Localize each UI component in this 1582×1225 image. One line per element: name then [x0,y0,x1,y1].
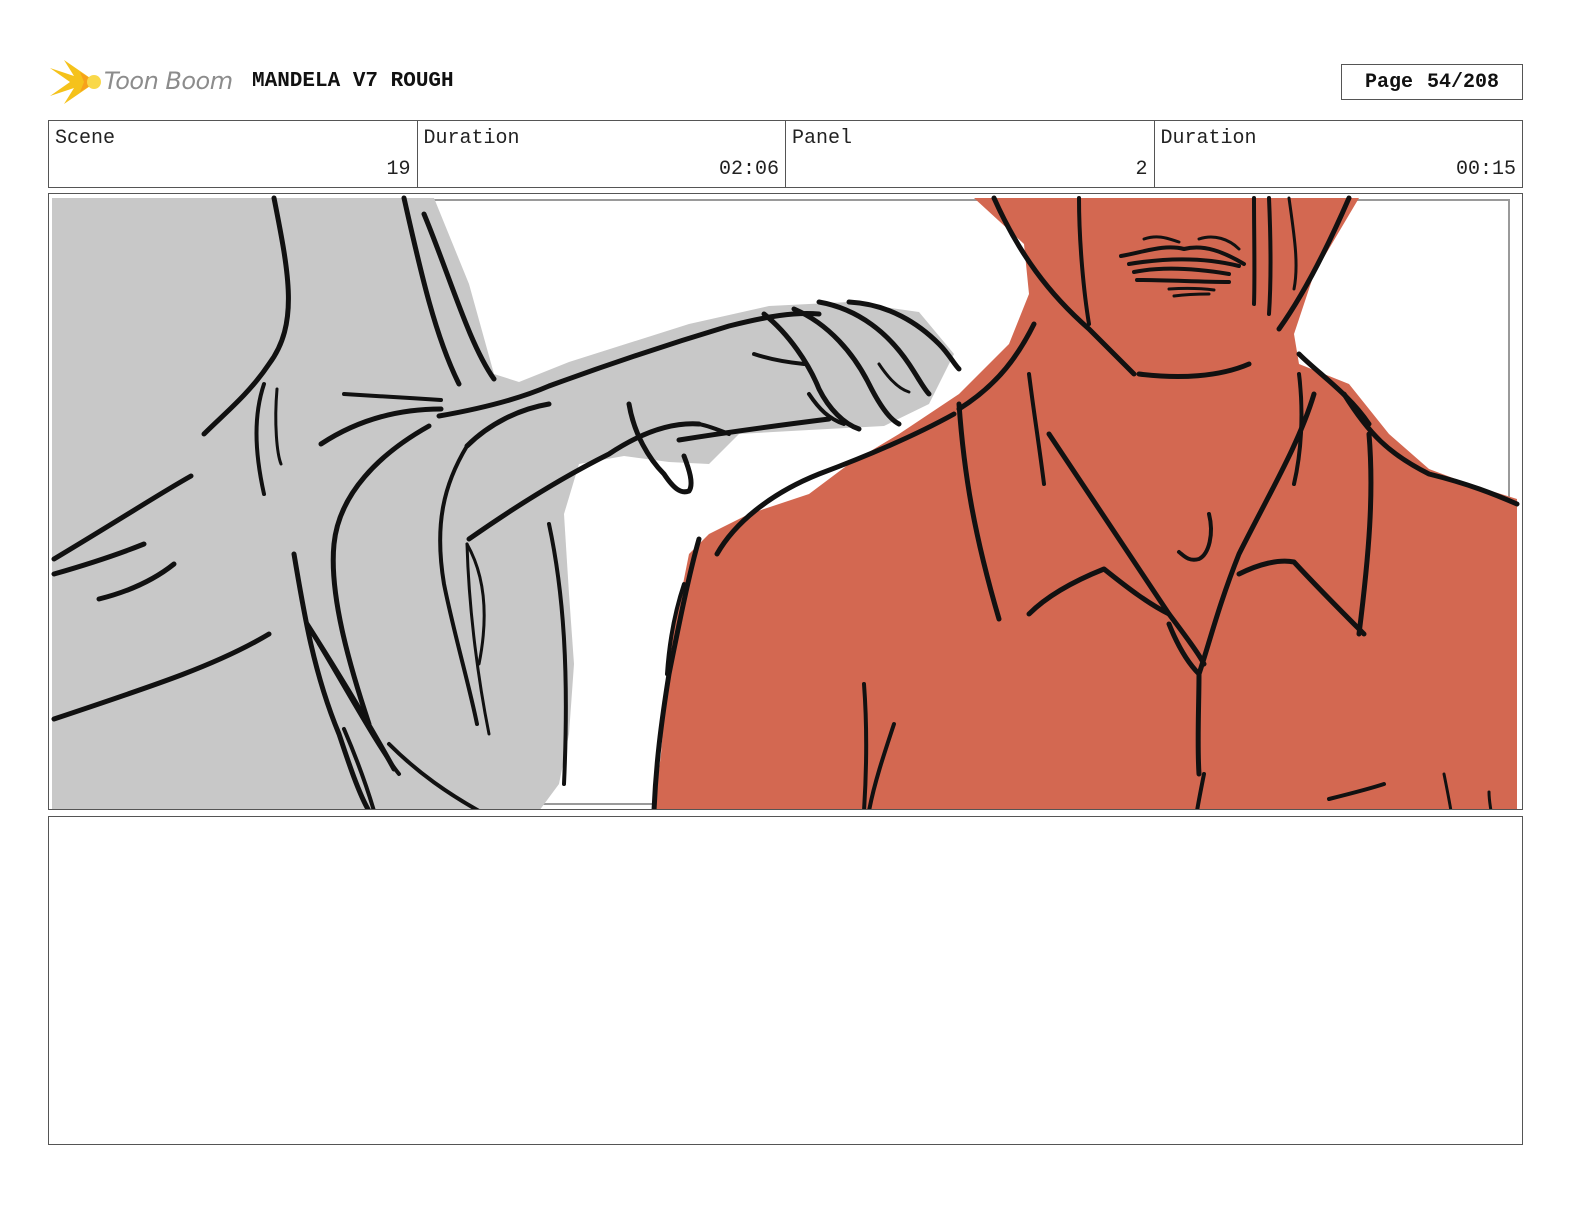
page-number: 54/208 [1427,70,1500,94]
panel-duration-value: 00:15 [1455,158,1516,181]
scene-value: 19 [386,158,411,181]
scene-duration-label: Duration [423,127,520,150]
scene-duration-cell: Duration 02:06 [418,121,786,187]
scene-duration-value: 02:06 [718,158,779,181]
panel-duration-label: Duration [1160,127,1257,150]
panel-value: 2 [1135,158,1148,181]
project-title: MANDELA V7 ROUGH [252,70,454,93]
page-label: Page [1364,70,1413,94]
panel-info-table: Scene 19 Duration 02:06 Panel 2 Duration… [48,120,1523,188]
storyboard-panel-image [48,193,1523,810]
panel-notes-box [48,816,1523,1145]
starburst-icon [50,60,101,104]
page-indicator: Page 54/208 [1341,64,1523,100]
page-header: Toon Boom MANDELA V7 ROUGH Page 54/208 [48,56,1523,108]
panel-duration-cell: Duration 00:15 [1155,121,1523,187]
panel-cell: Panel 2 [786,121,1155,187]
scene-cell: Scene 19 [49,121,418,187]
toon-boom-logo: Toon Boom [48,56,248,108]
brand-text: Toon Boom [104,67,233,95]
panel-drawing [51,195,1520,809]
scene-label: Scene [55,127,116,150]
panel-label: Panel [792,127,853,150]
